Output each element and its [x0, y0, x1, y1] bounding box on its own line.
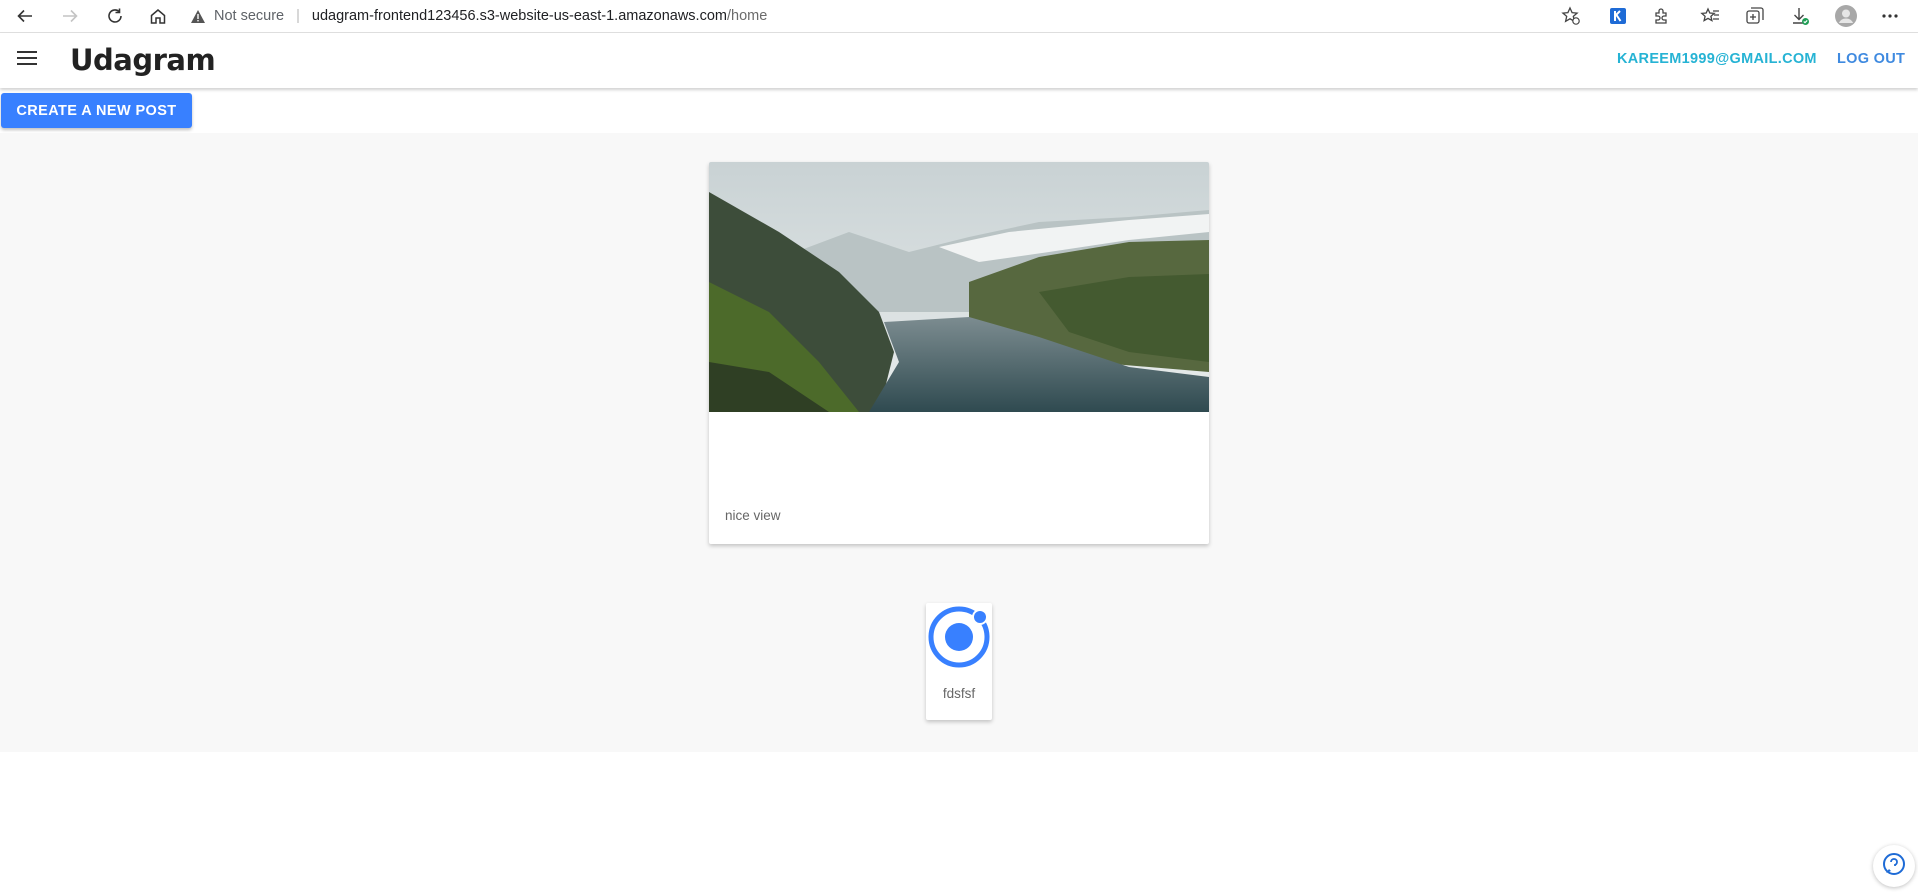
address-bar[interactable]: Not secure | udagram-frontend123456.s3-w…	[190, 2, 767, 30]
profile-icon[interactable]	[1833, 4, 1859, 28]
user-email-link[interactable]: KAREEM1999@GMAIL.COM	[1617, 51, 1817, 67]
collections-icon[interactable]	[1742, 4, 1768, 28]
home-icon[interactable]	[147, 5, 169, 27]
url-host: udagram-frontend123456.s3-website-us-eas…	[311, 8, 727, 24]
post-card	[926, 603, 992, 720]
app-title: Udagram	[70, 43, 216, 77]
post-card: nice view	[709, 162, 1209, 544]
k-extension-icon[interactable]	[1605, 4, 1631, 28]
warning-icon	[190, 9, 206, 24]
forward-icon[interactable]	[59, 5, 81, 27]
post-caption: nice view	[725, 508, 781, 523]
post-caption: fdsfsf	[942, 686, 976, 701]
back-icon[interactable]	[14, 5, 36, 27]
feedback-icon	[1881, 851, 1907, 882]
extensions-icon[interactable]	[1649, 4, 1675, 28]
feedback-button[interactable]	[1873, 845, 1915, 887]
more-icon[interactable]	[1877, 4, 1903, 28]
feed-container: nice view fdsfsf	[0, 133, 1918, 752]
post-image	[709, 162, 1209, 412]
favorite-add-icon[interactable]	[1558, 4, 1584, 28]
app-header: Udagram KAREEM1999@GMAIL.COM LOG OUT	[0, 33, 1918, 88]
downloads-icon[interactable]	[1787, 4, 1813, 28]
browser-toolbar: Not secure | udagram-frontend123456.s3-w…	[0, 0, 1918, 33]
menu-icon[interactable]	[17, 51, 37, 67]
security-status[interactable]: Not secure	[214, 8, 284, 24]
create-post-button[interactable]: CREATE A NEW POST	[1, 93, 192, 128]
address-separator: |	[296, 8, 300, 24]
url-path: /home	[726, 8, 768, 24]
favorites-icon[interactable]	[1697, 4, 1723, 28]
reload-icon[interactable]	[104, 5, 126, 27]
ionic-logo-image	[928, 606, 990, 668]
logout-button[interactable]: LOG OUT	[1837, 51, 1905, 67]
